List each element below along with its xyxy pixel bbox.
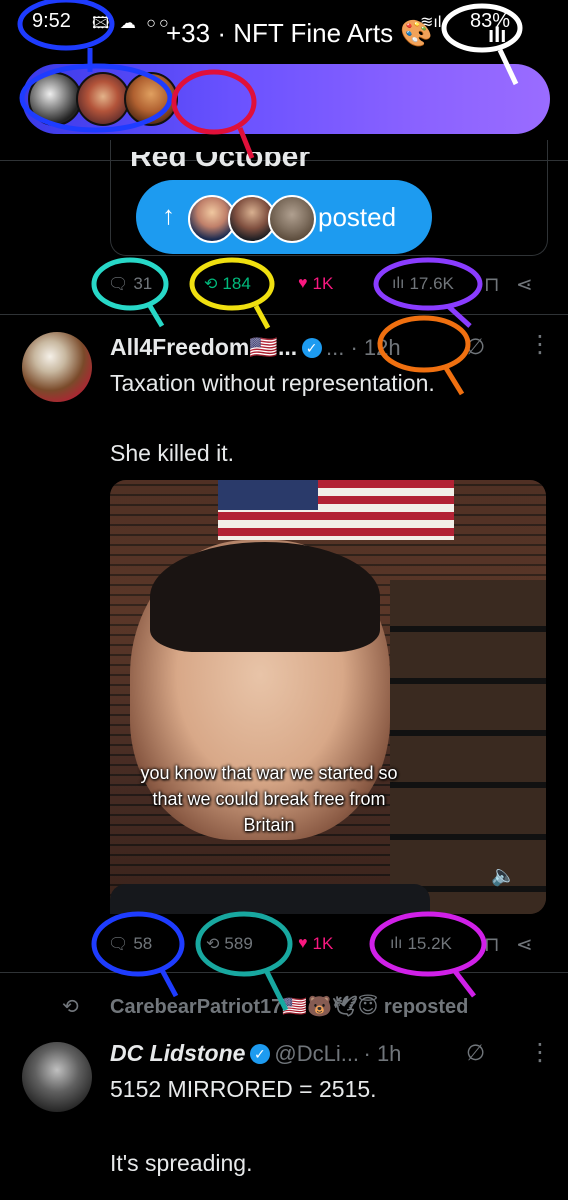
- annotation-circle-replies1: [91, 257, 169, 311]
- annotation-tail-battery: [497, 48, 519, 86]
- annotation-tail-reposts2: [263, 968, 289, 1012]
- annotation-circle-reposts2: [195, 911, 293, 977]
- annotation-circle-members: [171, 69, 257, 135]
- annotation-circle-replies2: [91, 911, 185, 977]
- annotation-circle-reposts1: [189, 257, 275, 311]
- annotation-tail-replies1: [147, 304, 165, 328]
- annotation-tail-members: [237, 127, 255, 159]
- annotation-tail-views2: [452, 968, 476, 998]
- annotation-tail-replies2: [159, 968, 179, 998]
- annotation-circle-battery: [441, 3, 523, 53]
- annotation-circle-time2: [377, 315, 471, 373]
- annotation-circle-time: [17, 0, 115, 51]
- annotation-overlay: [17, 0, 523, 1012]
- annotation-tail-reposts1: [253, 304, 271, 330]
- annotation-circle-views1: [373, 257, 483, 311]
- annotation-circle-avatars: [19, 63, 173, 133]
- annotation-circle-views2: [369, 911, 487, 977]
- annotation-tail-time2: [443, 366, 465, 396]
